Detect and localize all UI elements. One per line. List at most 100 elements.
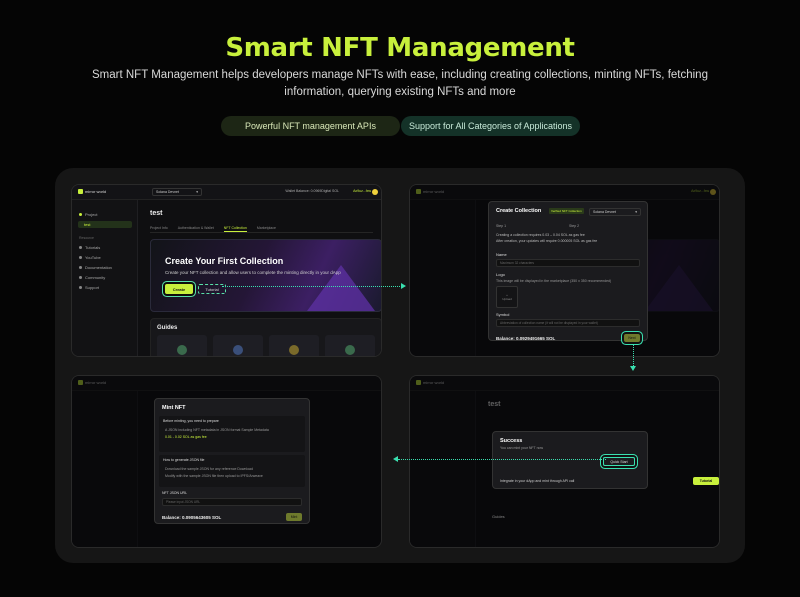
guide-icon — [233, 345, 243, 355]
sidebar-item-label: Tutorials — [85, 245, 101, 250]
sidebar: Project test Resource Tutorials YouTube … — [72, 200, 138, 356]
prep-item-json: A JSON including NFT metadata in JSON fo… — [165, 428, 269, 432]
top-bar: mirror world Solana Devnet ▾ Wallet Balan… — [72, 185, 381, 200]
create-button[interactable]: Create — [165, 284, 193, 294]
how-box: How to generate JSON file Download the s… — [159, 455, 305, 487]
feature-pill-categories: Support for All Categories of Applicatio… — [401, 116, 580, 136]
avatar[interactable] — [372, 189, 378, 195]
flow-arrow-2 — [633, 345, 634, 368]
verified-collection-tag[interactable]: Verified NFT Collection — [549, 208, 584, 214]
prep-item-gas: 0.01 - 0.02 SOL as gas fee — [165, 435, 207, 439]
create-collection-banner: Create Your First Collection Create your… — [150, 239, 381, 312]
symbol-input[interactable]: Abbreviation of collection name (it will… — [496, 319, 640, 327]
hero-title: Smart NFT Management — [225, 33, 575, 63]
guides-section: Guides — [150, 318, 381, 356]
quick-start-button[interactable]: Quick Start — [603, 457, 635, 466]
tutorial-button[interactable]: Tutorial — [693, 477, 719, 485]
sidebar-item-support[interactable]: Support — [79, 285, 99, 290]
gas-note-1: Creating a collection requires 0.03 – 0.… — [496, 233, 585, 237]
guide-card[interactable] — [213, 335, 263, 356]
guide-icon — [177, 345, 187, 355]
chevron-down-icon: ▾ — [196, 190, 198, 194]
modal-title: Mint NFT — [162, 405, 186, 411]
tab-divider — [150, 232, 373, 233]
success-panel: mirror world test Success You can mint y… — [409, 375, 720, 548]
sidebar-item-community[interactable]: Community — [79, 275, 105, 280]
banner-title: Create Your First Collection — [165, 256, 284, 266]
how-step-2: Modify with the sample JSON file then up… — [165, 474, 263, 478]
dashboard-panel: mirror world Solana Devnet ▾ Wallet Balan… — [71, 184, 382, 357]
wallet-address[interactable]: Ax9uz...fxw — [353, 189, 371, 193]
mint-nft-modal: Mint NFT Before minting, you need to pre… — [154, 398, 310, 524]
step-2: Step 2 — [569, 224, 580, 228]
support-icon — [79, 286, 82, 289]
sidebar-item-label: Community — [85, 275, 106, 280]
integrate-text: Integrate in your dApp and mint through … — [500, 479, 575, 483]
balance: Balance: 0.0929491665 SOL — [496, 336, 556, 341]
guide-card[interactable] — [325, 335, 375, 356]
arrow-head-left-icon — [393, 456, 398, 462]
sidebar-item-label: Support — [85, 285, 100, 290]
logo-upload[interactable]: + Upload — [496, 286, 518, 308]
logo-mark-icon — [78, 189, 83, 194]
sidebar-item-label: Project — [85, 212, 98, 217]
name-label: Name — [496, 252, 507, 257]
arrow-head-down-icon — [629, 366, 636, 371]
step-1: Step 1 — [496, 224, 507, 228]
guides-heading: Guides — [492, 514, 505, 519]
guide-icon — [345, 345, 355, 355]
logo-hint: This image will be displayed in the mark… — [496, 279, 612, 283]
how-heading: How to generate JSON file — [163, 458, 205, 462]
next-button[interactable]: Next — [624, 334, 640, 342]
create-collection-modal: Create Collection Verified NFT Collectio… — [488, 201, 648, 342]
app-logo: mirror world — [78, 189, 106, 194]
community-icon — [79, 276, 82, 279]
document-icon — [79, 266, 82, 269]
sidebar-item-youtube[interactable]: YouTube — [79, 255, 101, 260]
sidebar-section-resources: Resource — [79, 236, 94, 240]
create-collection-panel: mirror world Ax9uz...fxw Create Collecti… — [409, 184, 720, 357]
network-select[interactable]: Solana Devnet ▾ — [152, 188, 202, 196]
modal-title: Create Collection — [496, 208, 542, 214]
sidebar-item-tutorials[interactable]: Tutorials — [79, 245, 100, 250]
guide-card[interactable] — [269, 335, 319, 356]
json-url-input[interactable]: Please input JSON URL — [162, 498, 302, 506]
project-icon — [79, 213, 82, 216]
sidebar-item-label: Documentation — [85, 265, 112, 270]
sidebar-item-test[interactable]: test — [78, 221, 132, 228]
book-icon — [79, 246, 82, 249]
youtube-icon — [79, 256, 82, 259]
flow-arrow-1 — [222, 286, 402, 287]
chevron-down-icon: ▾ — [635, 210, 637, 214]
hero-description: Smart NFT Management helps developers ma… — [92, 69, 708, 98]
success-subtitle: You can mint your NFT now — [500, 446, 543, 450]
logo-label: Logo — [496, 272, 505, 277]
banner-text: Create your NFT collection and allow use… — [165, 270, 341, 275]
success-modal: Success You can mint your NFT now Quick … — [492, 431, 719, 489]
network-label: Solana Devnet — [593, 210, 616, 214]
how-step-1: Download the sample JSON for any referen… — [165, 467, 253, 471]
sidebar-item-documentation[interactable]: Documentation — [79, 265, 112, 270]
symbol-label: Symbol — [496, 312, 510, 317]
page-title: test — [150, 210, 163, 217]
arrow-head-right-icon — [401, 283, 406, 289]
balance: Balance: 0.0905643605 SOL — [162, 515, 222, 520]
gas-note-2: After creation, your updates will requir… — [496, 239, 598, 243]
guide-card[interactable] — [157, 335, 207, 356]
name-input[interactable]: Maximum 32 characters — [496, 259, 640, 267]
guides-heading: Guides — [157, 325, 178, 331]
flow-arrow-3 — [398, 459, 606, 460]
wallet-balance: Wallet Balance: 0.0969Digital SOL — [285, 189, 339, 193]
feature-pill-apis: Powerful NFT management APIs — [221, 116, 400, 136]
prep-box: Before minting, you need to prepare A JS… — [159, 416, 305, 452]
success-title: Success — [500, 438, 523, 444]
network-select[interactable]: Solana Devnet ▾ — [589, 208, 641, 216]
logo-text: mirror world — [85, 189, 107, 194]
mint-button[interactable]: Mint — [286, 513, 302, 521]
network-label: Solana Devnet — [156, 190, 179, 194]
upload-label: Upload — [502, 297, 512, 301]
sidebar-item-label: YouTube — [85, 255, 101, 260]
guide-icon — [289, 345, 299, 355]
json-url-label: NFT JSON URL — [162, 491, 188, 495]
sidebar-item-project[interactable]: Project — [79, 212, 97, 217]
